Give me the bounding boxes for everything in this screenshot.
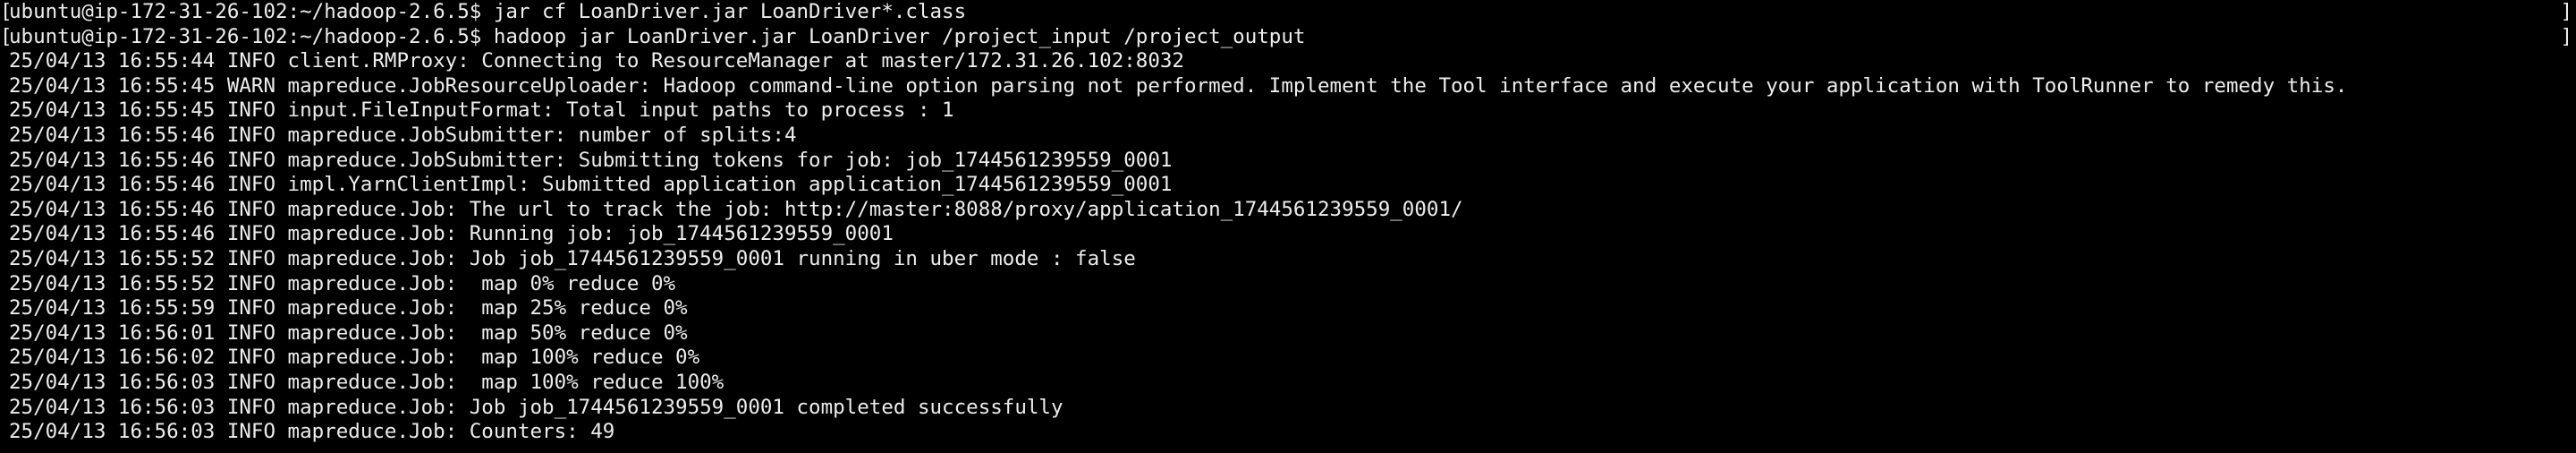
terminal-line: 25/04/13 16:55:46 INFO mapreduce.JobSubm… [0,124,2558,149]
line-text: 25/04/13 16:56:03 INFO mapreduce.Job: Jo… [9,395,1063,419]
terminal-line: [ubuntu@ip-172-31-26-102:~/hadoop-2.6.5$… [0,25,2558,50]
terminal-line: 25/04/13 16:55:45 INFO input.FileInputFo… [0,98,2558,124]
line-text: 25/04/13 16:56:01 INFO mapreduce.Job: ma… [9,321,688,345]
line-text: 25/04/13 16:56:02 INFO mapreduce.Job: ma… [9,346,700,370]
terminal-line: 25/04/13 16:55:45 WARN mapreduce.JobReso… [0,74,2558,99]
terminal-line: 25/04/13 16:55:52 INFO mapreduce.Job: ma… [0,272,2558,297]
terminal-line: 25/04/13 16:56:02 INFO mapreduce.Job: ma… [0,346,2558,371]
terminal-window[interactable]: [ubuntu@ip-172-31-26-102:~/hadoop-2.6.5$… [0,0,2576,453]
terminal-line: 25/04/13 16:56:01 INFO mapreduce.Job: ma… [0,321,2558,346]
line-text: 25/04/13 16:55:46 INFO mapreduce.Job: Th… [9,197,1463,221]
line-text: 25/04/13 16:55:46 INFO mapreduce.JobSubm… [9,148,1173,172]
terminal-line: 25/04/13 16:55:46 INFO mapreduce.Job: Th… [0,198,2558,223]
terminal-line: 25/04/13 16:55:46 INFO mapreduce.JobSubm… [0,149,2558,174]
line-bracket-left: [ [0,0,13,23]
line-bracket-right: ] [2560,24,2572,48]
line-text: 25/04/13 16:55:46 INFO mapreduce.JobSubm… [9,123,797,147]
line-text: 25/04/13 16:55:45 INFO input.FileInputFo… [9,98,954,123]
terminal-line: 25/04/13 16:55:46 INFO impl.YarnClientIm… [0,173,2558,198]
terminal-line: 25/04/13 16:56:03 INFO mapreduce.Job: ma… [0,371,2558,396]
line-text: ubuntu@ip-172-31-26-102:~/hadoop-2.6.5$ … [9,24,1306,48]
line-text: 25/04/13 16:55:45 WARN mapreduce.JobReso… [9,73,2348,98]
line-text: 25/04/13 16:55:52 INFO mapreduce.Job: Jo… [9,246,1136,270]
terminal-line: 25/04/13 16:56:03 INFO mapreduce.Job: Co… [0,420,2558,445]
line-text: 25/04/13 16:55:46 INFO impl.YarnClientIm… [9,173,1173,197]
line-text: 25/04/13 16:55:46 INFO mapreduce.Job: Ru… [9,222,894,246]
line-text: 25/04/13 16:56:03 INFO mapreduce.Job: Co… [9,420,615,444]
terminal-line: 25/04/13 16:56:03 INFO mapreduce.Job: Jo… [0,396,2558,421]
terminal-line: [ubuntu@ip-172-31-26-102:~/hadoop-2.6.5$… [0,0,2558,25]
terminal-line: 25/04/13 16:55:59 INFO mapreduce.Job: ma… [0,296,2558,321]
terminal-line: 25/04/13 16:55:46 INFO mapreduce.Job: Ru… [0,222,2558,247]
line-text: 25/04/13 16:55:44 INFO client.RMProxy: C… [9,49,1184,73]
terminal-output: [ubuntu@ip-172-31-26-102:~/hadoop-2.6.5$… [0,0,2558,445]
line-text: 25/04/13 16:55:59 INFO mapreduce.Job: ma… [9,296,688,321]
line-bracket-right: ] [2560,0,2572,23]
terminal-line: 25/04/13 16:55:52 INFO mapreduce.Job: Jo… [0,247,2558,272]
line-text: 25/04/13 16:55:52 INFO mapreduce.Job: ma… [9,271,676,295]
line-bracket-left: [ [0,24,13,48]
terminal-line: 25/04/13 16:55:44 INFO client.RMProxy: C… [0,49,2558,74]
line-text: 25/04/13 16:56:03 INFO mapreduce.Job: ma… [9,370,724,394]
line-text: ubuntu@ip-172-31-26-102:~/hadoop-2.6.5$ … [9,0,967,23]
